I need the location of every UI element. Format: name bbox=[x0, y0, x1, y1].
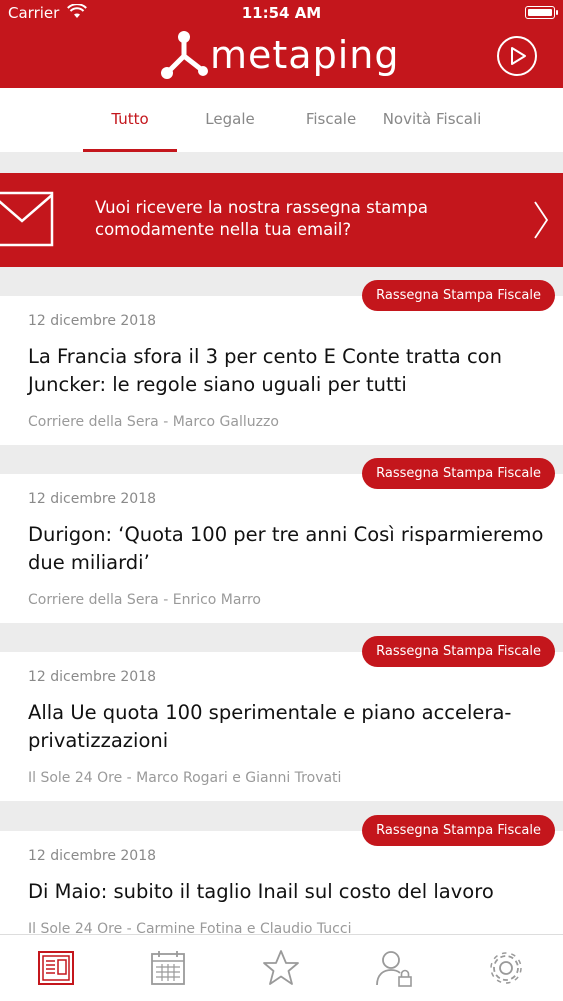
star-icon bbox=[263, 950, 299, 985]
article-card[interactable]: Rassegna Stampa Fiscale 12 dicembre 2018… bbox=[0, 815, 563, 937]
nav-account[interactable] bbox=[338, 935, 450, 1001]
category-badge[interactable]: Rassegna Stampa Fiscale bbox=[362, 458, 555, 489]
tab-label: Legale bbox=[205, 110, 255, 128]
nav-news[interactable] bbox=[0, 935, 112, 1001]
article-card[interactable]: Rassegna Stampa Fiscale 12 dicembre 2018… bbox=[0, 458, 563, 623]
article-title[interactable]: Alla Ue quota 100 sperimentale e piano a… bbox=[28, 699, 548, 755]
chevron-right-icon bbox=[534, 201, 549, 239]
app-header: Carrier 11:54 AM metaping bbox=[0, 0, 563, 88]
article-source: Corriere della Sera - Enrico Marro bbox=[28, 592, 261, 608]
article-source: Corriere della Sera - Marco Galluzzo bbox=[28, 414, 279, 430]
article-card[interactable]: Rassegna Stampa Fiscale 12 dicembre 2018… bbox=[0, 636, 563, 801]
article-date: 12 dicembre 2018 bbox=[28, 669, 157, 685]
article-date: 12 dicembre 2018 bbox=[28, 491, 157, 507]
article-title[interactable]: Di Maio: subito il taglio Inail sul cost… bbox=[28, 878, 548, 906]
envelope-icon bbox=[0, 191, 54, 247]
nav-calendar[interactable] bbox=[112, 935, 224, 1001]
category-tabs: Tutto Legale Fiscale Novità Fiscali bbox=[0, 88, 563, 152]
battery-icon bbox=[525, 6, 558, 19]
article-title[interactable]: La Francia sfora il 3 per cento E Conte … bbox=[28, 343, 548, 399]
article-source: Il Sole 24 Ore - Marco Rogari e Gianni T… bbox=[28, 770, 342, 786]
newsletter-text: Vuoi ricevere la nostra rassegna stampa … bbox=[95, 197, 495, 241]
metaping-logo-icon bbox=[161, 31, 208, 79]
app-logo: metaping bbox=[160, 30, 399, 80]
status-time: 11:54 AM bbox=[241, 4, 322, 22]
tab-label: Novità Fiscali bbox=[382, 110, 482, 128]
tab-label: Fiscale bbox=[305, 110, 357, 128]
play-button[interactable] bbox=[497, 36, 537, 76]
article-card[interactable]: Rassegna Stampa Fiscale 12 dicembre 2018… bbox=[0, 280, 563, 445]
calendar-icon bbox=[151, 951, 185, 985]
category-badge[interactable]: Rassegna Stampa Fiscale bbox=[362, 815, 555, 846]
category-badge[interactable]: Rassegna Stampa Fiscale bbox=[362, 636, 555, 667]
newsletter-text-line2: comodamente nella tua email? bbox=[95, 220, 352, 239]
tab-label: Tutto bbox=[111, 110, 149, 128]
tab-novita-fiscali[interactable]: Novità Fiscali bbox=[380, 88, 484, 152]
article-title[interactable]: Durigon: ‘Quota 100 per tre anni Così ri… bbox=[28, 521, 548, 577]
gear-icon bbox=[490, 952, 522, 984]
newspaper-icon bbox=[38, 951, 74, 985]
bottom-tab-bar bbox=[0, 934, 563, 1001]
active-tab-indicator bbox=[83, 149, 177, 152]
nav-favorites[interactable] bbox=[225, 935, 337, 1001]
user-lock-icon bbox=[376, 951, 412, 987]
status-bar: Carrier 11:54 AM bbox=[0, 0, 563, 28]
tab-tutto[interactable]: Tutto bbox=[83, 88, 177, 152]
article-date: 12 dicembre 2018 bbox=[28, 848, 157, 864]
tab-legale[interactable]: Legale bbox=[185, 88, 275, 152]
tab-fiscale[interactable]: Fiscale bbox=[288, 88, 374, 152]
app-name: metaping bbox=[210, 33, 400, 77]
nav-settings[interactable] bbox=[450, 935, 562, 1001]
play-icon bbox=[511, 47, 526, 65]
article-date: 12 dicembre 2018 bbox=[28, 313, 157, 329]
category-badge[interactable]: Rassegna Stampa Fiscale bbox=[362, 280, 555, 311]
newsletter-text-line1: Vuoi ricevere la nostra rassegna stampa bbox=[95, 198, 428, 217]
newsletter-banner[interactable]: Vuoi ricevere la nostra rassegna stampa … bbox=[0, 173, 563, 267]
